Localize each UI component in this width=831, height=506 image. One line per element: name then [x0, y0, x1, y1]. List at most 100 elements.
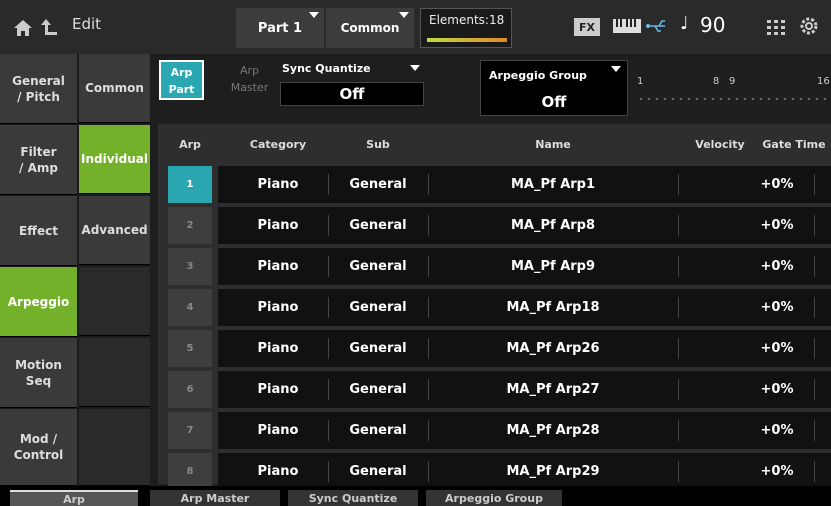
arp-master-label: Arp: [239, 64, 260, 77]
arp-name-cell[interactable]: MA_Pf Arp29: [428, 453, 678, 490]
sub-category-cell[interactable]: General: [328, 248, 428, 285]
tab-mod-control[interactable]: Mod / Control: [0, 409, 77, 486]
category-cell[interactable]: Piano: [228, 371, 328, 408]
arp-slot-button[interactable]: 7: [168, 412, 212, 449]
sub-category-cell[interactable]: General: [328, 330, 428, 367]
tab-filter-amp[interactable]: Filter / Amp: [0, 125, 77, 195]
subtab-common[interactable]: Common: [79, 54, 150, 123]
tab-effect[interactable]: Effect: [0, 196, 77, 266]
arp-slot-button[interactable]: 5: [168, 330, 212, 367]
arp-name-cell[interactable]: MA_Pf Arp26: [428, 330, 678, 367]
sub-category-cell[interactable]: General: [328, 412, 428, 449]
header-arp: Arp: [179, 138, 201, 151]
arp-name-cell[interactable]: MA_Pf Arp18: [428, 289, 678, 326]
arp-part-button[interactable]: Arp Part: [159, 60, 204, 100]
arp-name-cell[interactable]: MA_Pf Arp1: [428, 166, 678, 203]
tab-arpeggio[interactable]: Arpeggio: [0, 267, 77, 337]
velocity-cell[interactable]: +0%: [742, 289, 812, 326]
scale-label-16: 16: [817, 76, 830, 87]
arp-slot-button[interactable]: 8: [168, 453, 212, 490]
elements-bar: [427, 38, 507, 42]
category-cell[interactable]: Piano: [228, 248, 328, 285]
grid-icon[interactable]: [766, 17, 786, 37]
elements-count: Elements:18: [429, 13, 505, 27]
header-sub: Sub: [366, 138, 390, 151]
category-cell[interactable]: Piano: [228, 207, 328, 244]
bottom-tab-arp-master[interactable]: Arp Master: [150, 490, 280, 506]
velocity-cell[interactable]: +0%: [742, 207, 812, 244]
sync-quantize-value[interactable]: Off: [280, 82, 424, 106]
gear-icon[interactable]: [798, 15, 820, 37]
subtab-individual[interactable]: Individual: [79, 125, 150, 194]
subtab-advanced[interactable]: Advanced: [79, 196, 150, 265]
column-divider: [678, 338, 679, 359]
sub-category-cell[interactable]: General: [328, 453, 428, 490]
arp-slot-button[interactable]: 2: [168, 207, 212, 244]
bottom-tab-arpeggio-group[interactable]: Arpeggio Group: [426, 490, 562, 506]
gate-time-cell[interactable]: +0%: [816, 371, 831, 408]
gate-time-cell[interactable]: +0%: [816, 207, 831, 244]
arp-name-cell[interactable]: MA_Pf Arp9: [428, 248, 678, 285]
arp-master-button[interactable]: Arp Master: [227, 60, 272, 100]
gate-time-cell[interactable]: +0%: [816, 289, 831, 326]
category-cell[interactable]: Piano: [228, 289, 328, 326]
sub-category-cell[interactable]: General: [328, 166, 428, 203]
sync-quantize-selector[interactable]: Sync Quantize Off: [278, 60, 426, 106]
column-divider: [328, 174, 329, 195]
velocity-cell[interactable]: +0%: [742, 248, 812, 285]
gate-time-cell[interactable]: +0%: [816, 412, 831, 449]
column-divider: [328, 256, 329, 277]
arp-name-cell[interactable]: MA_Pf Arp27: [428, 371, 678, 408]
common-selector-button[interactable]: Common: [326, 8, 414, 48]
gate-time-cell[interactable]: +0%: [816, 248, 831, 285]
category-cell[interactable]: Piano: [228, 166, 328, 203]
tab-label: Mod / Control: [13, 432, 64, 462]
tab-label: General / Pitch: [12, 73, 65, 104]
header-gate-time: Gate Time: [762, 138, 826, 151]
gate-time-cell[interactable]: +0%: [816, 330, 831, 367]
header-category: Category: [249, 138, 307, 151]
tab-motion-seq[interactable]: Motion Seq: [0, 338, 77, 408]
velocity-cell[interactable]: +0%: [742, 412, 812, 449]
arp-name-cell[interactable]: MA_Pf Arp8: [428, 207, 678, 244]
fx-icon[interactable]: FX: [574, 18, 600, 36]
sub-category-cell[interactable]: General: [328, 371, 428, 408]
bottom-tab-sync-quantize[interactable]: Sync Quantize: [288, 490, 418, 506]
table-row: PianoGeneralMA_Pf Arp1 +0% +0%: [218, 166, 831, 203]
arpeggio-group-selector[interactable]: Arpeggio Group Off: [480, 60, 628, 116]
part-selector-button[interactable]: Part 1: [236, 8, 324, 48]
sub-category-cell[interactable]: General: [328, 207, 428, 244]
top-bar: Edit Part 1 Common Elements:18 FX ♩ 90: [0, 0, 831, 54]
gate-time-cell[interactable]: +0%: [816, 166, 831, 203]
category-cell[interactable]: Piano: [228, 330, 328, 367]
tempo-value[interactable]: 90: [700, 13, 725, 37]
sub-category-cell[interactable]: General: [328, 289, 428, 326]
keyboard-icon[interactable]: [612, 17, 642, 35]
table-row: PianoGeneralMA_Pf Arp8 +0% +0%: [218, 207, 831, 244]
arp-name-cell[interactable]: MA_Pf Arp28: [428, 412, 678, 449]
column-divider: [814, 461, 815, 482]
velocity-cell[interactable]: +0%: [742, 371, 812, 408]
arp-slot-button[interactable]: 3: [168, 248, 212, 285]
arp-slot-button[interactable]: 1: [168, 166, 212, 203]
column-divider: [814, 174, 815, 195]
subtab-empty: [79, 267, 150, 336]
table-row: PianoGeneralMA_Pf Arp27 +0% +0%: [218, 371, 831, 408]
arp-slot-button[interactable]: 4: [168, 289, 212, 326]
back-arrow-icon[interactable]: [38, 16, 60, 38]
header-velocity: Velocity: [695, 138, 745, 151]
bottom-tab-arp[interactable]: Arp: [10, 490, 138, 506]
column-divider: [814, 215, 815, 236]
home-icon[interactable]: [12, 17, 34, 39]
category-cell[interactable]: Piano: [228, 412, 328, 449]
velocity-cell[interactable]: +0%: [742, 166, 812, 203]
table-row: PianoGeneralMA_Pf Arp28 +0% +0%: [218, 412, 831, 449]
tab-general-pitch[interactable]: General / Pitch: [0, 54, 77, 124]
velocity-cell[interactable]: +0%: [742, 453, 812, 490]
category-cell[interactable]: Piano: [228, 453, 328, 490]
column-divider: [328, 297, 329, 318]
arp-slot-button[interactable]: 6: [168, 371, 212, 408]
arp-part-label: Part: [168, 83, 195, 96]
velocity-cell[interactable]: +0%: [742, 330, 812, 367]
gate-time-cell[interactable]: +0%: [816, 453, 831, 490]
